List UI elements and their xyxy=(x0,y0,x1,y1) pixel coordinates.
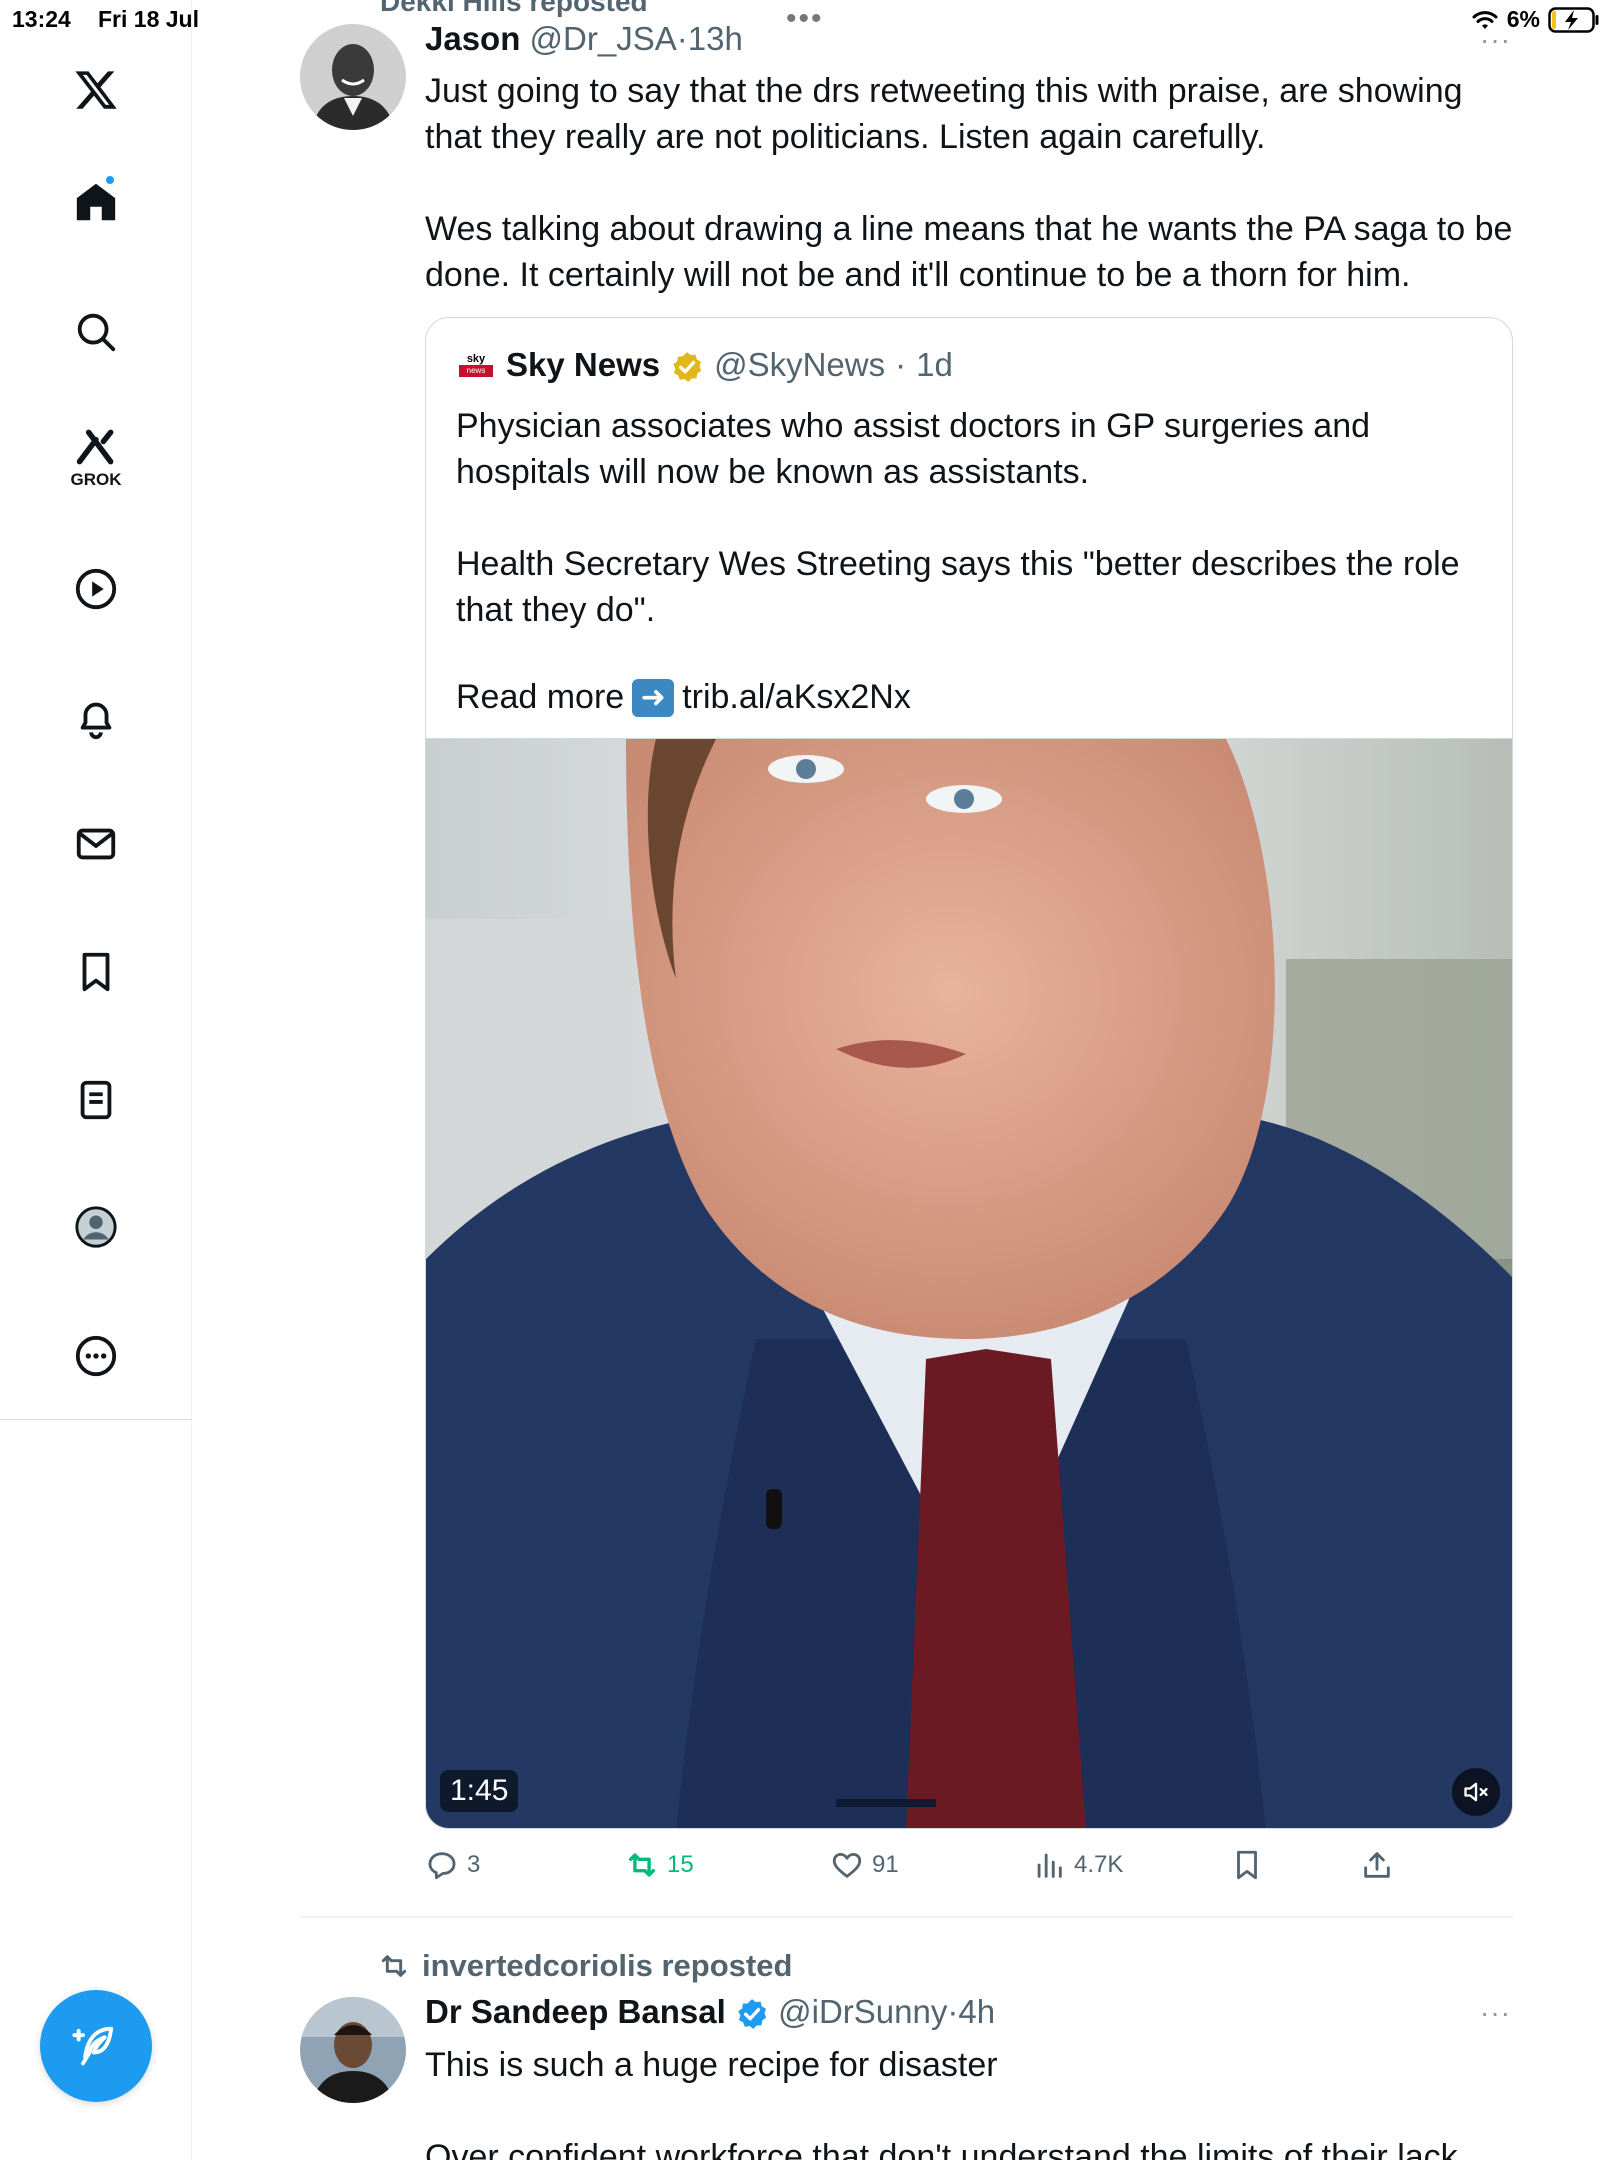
sidebar-item-grok[interactable]: GROK xyxy=(60,418,132,490)
sidebar-item-search[interactable] xyxy=(60,296,132,368)
home-icon xyxy=(76,183,116,221)
quote-author-name: Sky News xyxy=(506,346,661,384)
share-button[interactable] xyxy=(1360,1848,1394,1882)
separator-dot: · xyxy=(676,20,688,57)
envelope-icon xyxy=(76,828,116,860)
list-document-icon xyxy=(80,1080,112,1120)
sidebar-item-messages[interactable] xyxy=(60,808,132,880)
reply-bubble-icon xyxy=(428,1852,456,1880)
bookmark-icon xyxy=(82,952,110,992)
bell-icon xyxy=(80,702,112,740)
heart-icon xyxy=(832,1852,862,1878)
muted-speaker-icon xyxy=(1464,1782,1488,1802)
more-options-icon[interactable]: ··· xyxy=(1480,1997,1511,2029)
author-name[interactable]: Dr Sandeep Bansal xyxy=(425,1993,726,2030)
reply-button[interactable]: 3 xyxy=(425,1848,480,1882)
bookmark-icon xyxy=(1237,1850,1257,1880)
tweet-action-bar: 3 15 91 4.7K xyxy=(425,1848,1425,1892)
quote-link[interactable]: trib.al/aKsx2Nx xyxy=(682,678,911,717)
compose-feather-icon xyxy=(72,2026,114,2066)
video-duration: 1:45 xyxy=(440,1770,519,1812)
sidebar-item-lists[interactable] xyxy=(60,1064,132,1136)
repost-count: 15 xyxy=(667,1851,694,1878)
more-options-icon[interactable]: ··· xyxy=(1480,24,1511,56)
tweet-divider xyxy=(300,1916,1513,1918)
sky-news-logo-icon: sky news xyxy=(456,348,496,382)
video-player[interactable]: 1:45 xyxy=(426,738,1512,1828)
right-arrow-icon: ➜ xyxy=(632,678,675,717)
quote-text: Physician associates who assist doctors … xyxy=(456,407,1460,629)
tweet-header: Jason @Dr_JSA·13h xyxy=(425,20,743,58)
mute-toggle-button[interactable] xyxy=(1452,1768,1500,1816)
view-count: 4.7K xyxy=(1074,1851,1124,1878)
video-thumbnail xyxy=(426,739,1512,1828)
views-button[interactable]: 4.7K xyxy=(1032,1848,1123,1882)
like-button[interactable]: 91 xyxy=(830,1848,899,1882)
play-circle-icon xyxy=(75,568,117,610)
quote-header: sky news Sky News @SkyNews · 1d xyxy=(456,346,953,384)
unread-dot xyxy=(104,174,116,186)
verified-gold-badge-icon xyxy=(670,346,704,384)
avatar-sandeep[interactable] xyxy=(300,1997,406,2103)
more-circle-icon xyxy=(75,1335,117,1377)
post-time[interactable]: 13h xyxy=(688,20,743,57)
quoted-tweet[interactable]: sky news Sky News @SkyNews · 1d Physician … xyxy=(425,317,1513,1829)
profile-avatar-icon xyxy=(75,1206,117,1248)
repost-icon xyxy=(628,1853,656,1877)
read-more-line: Read more ➜ trib.al/aKsx2Nx xyxy=(456,678,911,717)
tweet-text: Just going to say that the drs retweetin… xyxy=(425,72,1513,294)
verified-blue-badge-icon xyxy=(735,1993,778,2030)
grok-label: GROK xyxy=(70,470,122,489)
author-handle[interactable]: @iDrSunny xyxy=(778,1993,947,2030)
tweet-header: Dr Sandeep Bansal @iDrSunny·4h xyxy=(425,1993,995,2031)
read-more-label: Read more xyxy=(456,678,625,716)
avatar-jason[interactable] xyxy=(300,24,406,130)
like-count: 91 xyxy=(872,1851,899,1878)
x-logo-icon[interactable] xyxy=(60,54,132,126)
separator-dot: · xyxy=(895,346,907,384)
sidebar: GROK xyxy=(0,0,192,2160)
quote-post-time: 1d xyxy=(916,346,953,384)
sidebar-item-profile[interactable] xyxy=(60,1191,132,1263)
reply-count: 3 xyxy=(467,1851,481,1878)
author-handle[interactable]: @Dr_JSA xyxy=(530,20,677,57)
share-upload-icon xyxy=(1364,1852,1390,1878)
repost-context: invertedcoriolis reposted xyxy=(378,1948,792,1984)
sidebar-item-more[interactable] xyxy=(60,1320,132,1392)
author-name[interactable]: Jason xyxy=(425,20,520,57)
repost-context-label[interactable]: invertedcoriolis reposted xyxy=(422,1948,792,1984)
sidebar-item-notifications[interactable] xyxy=(60,682,132,754)
bookmark-button[interactable] xyxy=(1230,1848,1264,1882)
quote-author-handle: @SkyNews xyxy=(714,346,886,384)
compose-post-button[interactable] xyxy=(40,1990,152,2102)
previous-repost-label[interactable]: Dekki Hills reposted xyxy=(380,0,648,18)
battery-charging-icon xyxy=(1548,6,1599,33)
tweet-text: This is such a huge recipe for disaster … xyxy=(425,2046,1458,2160)
search-icon xyxy=(77,313,116,352)
sidebar-divider xyxy=(0,1419,192,1420)
sidebar-item-video[interactable] xyxy=(60,553,132,625)
views-chart-icon xyxy=(1037,1853,1062,1878)
repost-icon xyxy=(381,1955,407,1977)
sidebar-item-bookmarks[interactable] xyxy=(60,936,132,1008)
post-time[interactable]: 4h xyxy=(958,1993,995,2030)
sidebar-item-home[interactable] xyxy=(60,166,132,238)
separator-dot: · xyxy=(947,1993,959,2030)
repost-button[interactable]: 15 xyxy=(625,1848,694,1882)
grok-icon xyxy=(76,429,114,465)
